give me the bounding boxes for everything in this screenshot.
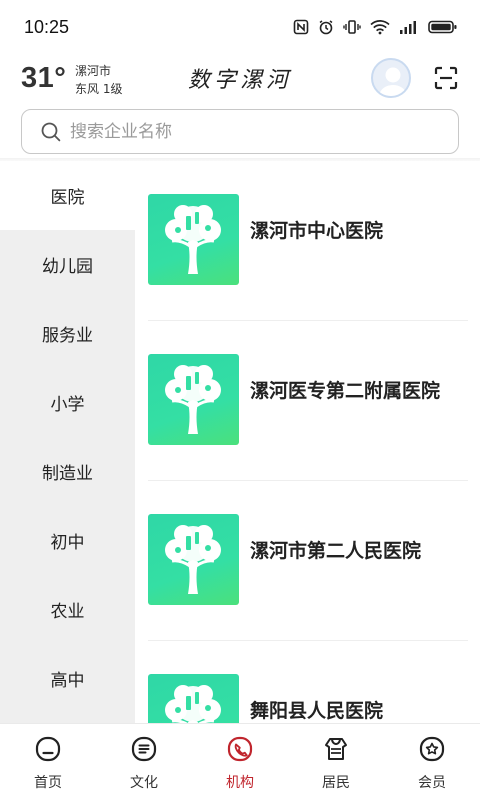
nav-label: 会员 bbox=[418, 775, 446, 791]
home-icon bbox=[35, 736, 61, 762]
organization-list: 漯河市中心医院 漯河医专第二附属医院 漯河市第二人民医院 舞阳县人民医院 bbox=[135, 161, 480, 723]
sidebar-item-label: 制造业 bbox=[42, 464, 93, 484]
sidebar-item-agriculture[interactable]: 农业 bbox=[0, 575, 135, 644]
tree-logo-icon bbox=[148, 194, 239, 285]
signal-icon bbox=[400, 21, 416, 34]
organization-name: 漯河医专第二附属医院 bbox=[250, 380, 441, 402]
sidebar-item-label: 初中 bbox=[50, 533, 85, 553]
member-icon bbox=[419, 736, 445, 762]
status-icons bbox=[293, 19, 458, 35]
organization-name: 漯河市第二人民医院 bbox=[250, 540, 422, 562]
institution-icon bbox=[227, 736, 253, 762]
battery-icon bbox=[428, 20, 457, 34]
sidebar-item-service[interactable]: 服务业 bbox=[0, 299, 135, 368]
nav-label: 首页 bbox=[34, 775, 62, 791]
nav-item-institution[interactable]: 机构 bbox=[192, 724, 288, 800]
search-bar[interactable] bbox=[21, 109, 459, 154]
alarm-icon bbox=[319, 20, 333, 35]
brand-title: 数字漯河 bbox=[187, 68, 292, 93]
category-sidebar: 医院 幼儿园 服务业 小学 制造业 初中 农业 高中 bbox=[0, 161, 135, 723]
list-item[interactable]: 舞阳县人民医院 bbox=[135, 641, 480, 723]
sidebar-item-label: 幼儿园 bbox=[42, 257, 93, 277]
sidebar-item-label: 高中 bbox=[50, 671, 85, 691]
weather-wind: 东风 1级 bbox=[75, 82, 123, 96]
nav-item-culture[interactable]: 文化 bbox=[96, 724, 192, 800]
search-icon bbox=[41, 122, 61, 141]
sidebar-item-high-school[interactable]: 高中 bbox=[0, 644, 135, 713]
user-icon bbox=[378, 67, 408, 96]
tree-logo-icon bbox=[148, 674, 239, 723]
sidebar-item-kindergarten[interactable]: 幼儿园 bbox=[0, 230, 135, 299]
resident-icon bbox=[325, 738, 347, 760]
nav-label: 机构 bbox=[226, 775, 254, 791]
temperature: 31° bbox=[21, 62, 67, 94]
nav-item-resident[interactable]: 居民 bbox=[288, 724, 384, 800]
list-item[interactable]: 漯河医专第二附属医院 bbox=[135, 321, 480, 481]
avatar[interactable] bbox=[371, 58, 411, 98]
sidebar-item-manufacturing[interactable]: 制造业 bbox=[0, 437, 135, 506]
nav-label: 居民 bbox=[322, 775, 350, 791]
sidebar-item-hospital[interactable]: 医院 bbox=[0, 161, 135, 230]
wifi-icon bbox=[370, 20, 390, 35]
sidebar-item-label: 医院 bbox=[50, 188, 85, 208]
nav-item-home[interactable]: 首页 bbox=[0, 724, 96, 800]
organization-name: 漯河市中心医院 bbox=[250, 220, 384, 242]
app-header: 31° 漯河市 东风 1级 数字漯河 bbox=[0, 54, 480, 104]
sidebar-item-label: 小学 bbox=[50, 395, 85, 415]
bottom-nav: 首页 文化 机构 居民 会员 bbox=[0, 723, 480, 800]
vibrate-icon bbox=[343, 20, 361, 34]
sidebar-item-junior-high[interactable]: 初中 bbox=[0, 506, 135, 575]
status-bar: 10:25 bbox=[0, 0, 480, 54]
weather-city: 漯河市 bbox=[75, 64, 112, 78]
list-item[interactable]: 漯河市第二人民医院 bbox=[135, 481, 480, 641]
status-time: 10:25 bbox=[24, 16, 70, 37]
nav-label: 文化 bbox=[130, 775, 158, 791]
organization-name: 舞阳县人民医院 bbox=[250, 700, 384, 722]
culture-icon bbox=[131, 736, 157, 762]
tree-logo-icon bbox=[148, 514, 239, 605]
tree-logo-icon bbox=[148, 354, 239, 445]
nav-item-member[interactable]: 会员 bbox=[384, 724, 480, 800]
sidebar-item-label: 服务业 bbox=[42, 326, 93, 346]
search-input[interactable] bbox=[70, 121, 430, 142]
sidebar-item-primary-school[interactable]: 小学 bbox=[0, 368, 135, 437]
sidebar-item-label: 农业 bbox=[50, 602, 85, 622]
list-item[interactable]: 漯河市中心医院 bbox=[135, 161, 480, 321]
scan-icon[interactable] bbox=[434, 66, 458, 90]
nfc-icon bbox=[293, 19, 309, 35]
